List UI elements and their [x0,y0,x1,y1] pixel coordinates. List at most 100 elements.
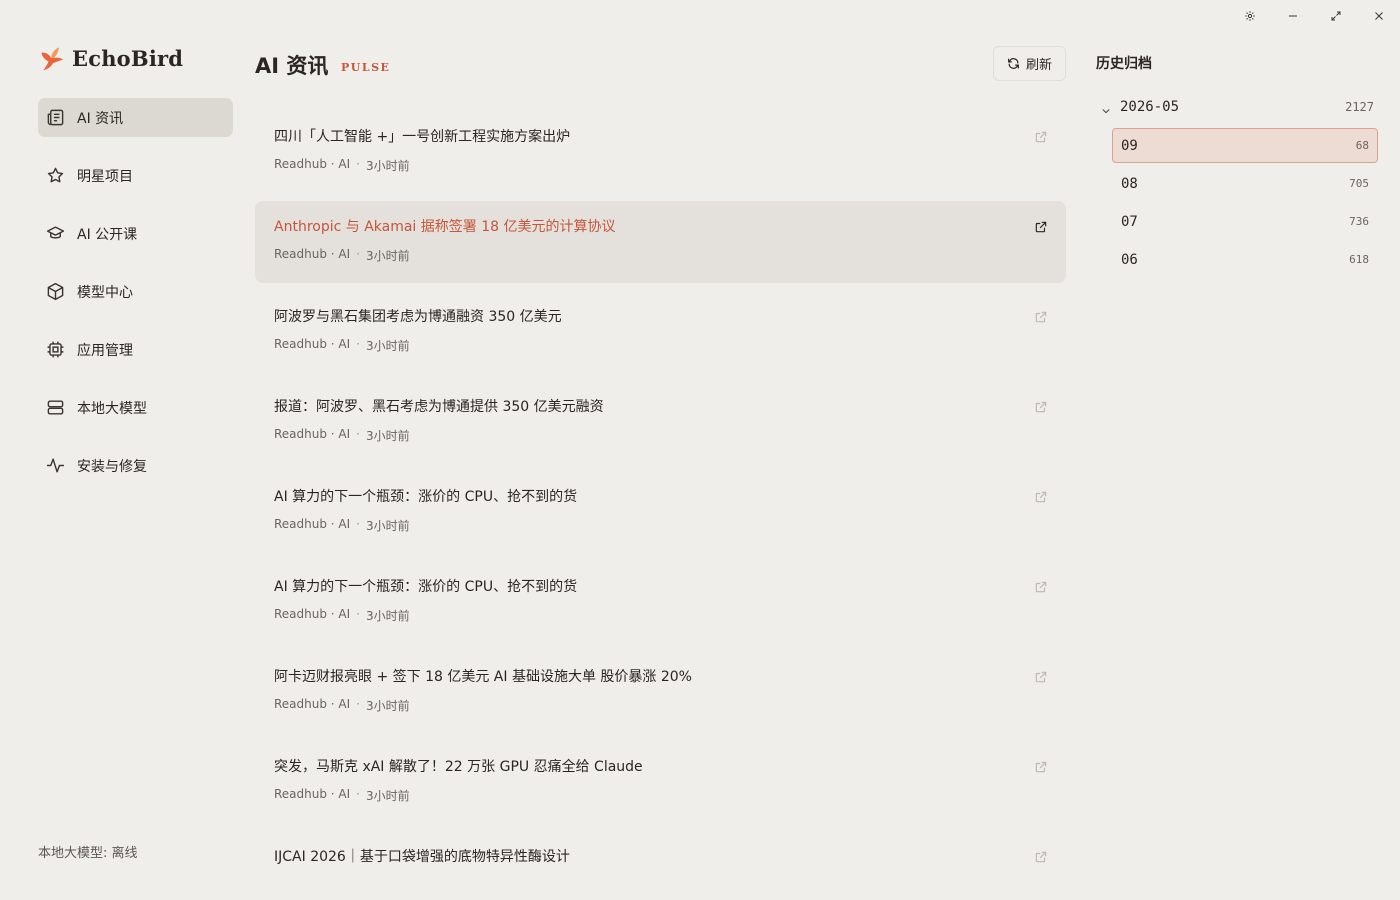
archive-month-count: 2127 [1345,100,1374,114]
news-title[interactable]: 阿卡迈财报亮眼 + 签下 18 亿美元 AI 基础设施大单 股价暴涨 20% [274,666,1047,688]
meta-separator: · [356,517,360,531]
archive-day-label: 06 [1121,251,1138,268]
newspaper-icon [45,108,65,128]
meta-separator: · [356,427,360,441]
archive-day-label: 09 [1121,137,1138,154]
archive-month-label: 2026-05 [1120,99,1180,115]
news-item[interactable]: IJCAI 2026｜基于口袋增强的底物特异性酶设计 [255,831,1066,900]
news-title[interactable]: AI 算力的下一个瓶颈：涨价的 CPU、抢不到的货 [274,576,1047,598]
external-link-icon[interactable] [1034,759,1048,773]
minimize-button[interactable] [1271,4,1314,28]
server-icon [45,398,65,418]
news-meta: Readhub · AI · 3小时前 [274,607,1047,624]
sidebar-item-label: AI 公开课 [77,226,138,243]
news-source: Readhub · AI [274,787,351,801]
archive-day-label: 07 [1121,213,1138,230]
window-controls [1228,4,1400,28]
news-source: Readhub · AI [274,517,351,531]
news-title[interactable]: IJCAI 2026｜基于口袋增强的底物特异性酶设计 [274,846,1047,868]
archive-day-item[interactable]: 07 736 [1112,204,1378,239]
news-meta: Readhub · AI · 3小时前 [274,697,1047,714]
sidebar-item-label: 本地大模型 [77,400,147,417]
news-item[interactable]: 四川「人工智能 +」一号创新工程实施方案出炉 Readhub · AI · 3小时前 [255,111,1066,193]
news-time: 3小时前 [366,339,410,353]
graduation-cap-icon [45,224,65,244]
cube-icon [45,282,65,302]
news-source: Readhub · AI [274,157,351,171]
archive-day-item[interactable]: 06 618 [1112,242,1378,277]
close-icon [1374,12,1383,20]
news-meta: Readhub · AI · 3小时前 [274,517,1047,534]
news-meta: Readhub · AI · 3小时前 [274,247,1047,264]
maximize-button[interactable] [1314,4,1357,28]
news-item[interactable]: 阿波罗与黑石集团考虑为博通融资 350 亿美元 Readhub · AI · 3小时… [255,291,1066,373]
news-source: Readhub · AI [274,247,351,261]
meta-separator: · [356,607,360,621]
refresh-label: 刷新 [1025,58,1052,73]
news-meta: Readhub · AI · 3小时前 [274,427,1047,444]
external-link-icon[interactable] [1034,129,1048,143]
minimize-icon [1288,15,1297,17]
archive-day-count: 618 [1349,253,1369,266]
external-link-icon[interactable] [1034,489,1048,503]
star-icon [45,166,65,186]
news-title[interactable]: 突发，马斯克 xAI 解散了！22 万张 GPU 忍痛全给 Claude [274,756,1047,778]
sidebar-item-model-center[interactable]: 模型中心 [38,272,233,311]
news-item[interactable]: 阿卡迈财报亮眼 + 签下 18 亿美元 AI 基础设施大单 股价暴涨 20% R… [255,651,1066,733]
close-button[interactable] [1357,4,1400,28]
sidebar-item-label: 明星项目 [77,168,133,185]
external-link-icon[interactable] [1034,669,1048,683]
expand-icon [1331,11,1340,21]
news-item[interactable]: AI 算力的下一个瓶颈：涨价的 CPU、抢不到的货 Readhub · AI · 3… [255,471,1066,553]
page-title: AI 资讯 [255,54,329,78]
meta-separator: · [356,787,360,801]
sidebar-nav: AI 资讯 明星项目 AI 公开课 模型中心 应用管理 本地大模型 安装与修复 [38,98,233,504]
bird-logo-icon [41,47,64,71]
archive-day-count: 68 [1355,139,1369,152]
news-item[interactable]: Anthropic 与 Akamai 据称签署 18 亿美元的计算协议 Read… [255,201,1066,283]
chip-icon [45,340,65,360]
news-title[interactable]: 阿波罗与黑石集团考虑为博通融资 350 亿美元 [274,306,1047,328]
news-title[interactable]: AI 算力的下一个瓶颈：涨价的 CPU、抢不到的货 [274,486,1047,508]
news-item[interactable]: 报道：阿波罗、黑石考虑为博通提供 350 亿美元融资 Readhub · AI ·… [255,381,1066,463]
chevron-down-icon[interactable] [1101,101,1113,114]
sidebar-item-label: 模型中心 [77,284,133,301]
meta-separator: · [356,247,360,261]
news-title[interactable]: 四川「人工智能 +」一号创新工程实施方案出炉 [274,126,1047,148]
news-source: Readhub · AI [274,337,351,351]
news-time: 3小时前 [366,249,410,263]
news-source: Readhub · AI [274,697,351,711]
news-title[interactable]: Anthropic 与 Akamai 据称签署 18 亿美元的计算协议 [274,216,1047,238]
sidebar-item-ai-courses[interactable]: AI 公开课 [38,214,233,253]
refresh-button[interactable]: 刷新 [993,46,1066,81]
sidebar-item-star-projects[interactable]: 明星项目 [38,156,233,195]
external-link-icon[interactable] [1034,579,1048,593]
sidebar-item-label: 安装与修复 [77,458,147,475]
news-title[interactable]: 报道：阿波罗、黑石考虑为博通提供 350 亿美元融资 [274,396,1047,418]
news-item[interactable]: AI 算力的下一个瓶颈：涨价的 CPU、抢不到的货 Readhub · AI · 3… [255,561,1066,643]
settings-button[interactable] [1228,4,1271,28]
sidebar-item-app-management[interactable]: 应用管理 [38,330,233,369]
page-subtitle: PULSE [341,61,391,74]
sidebar-item-local-llm[interactable]: 本地大模型 [38,388,233,427]
archive-day-item[interactable]: 09 68 [1112,128,1378,163]
archive-month-group[interactable]: 2026-05 2127 [1096,95,1378,119]
sidebar-item-label: AI 资讯 [77,110,124,127]
gear-icon [1244,11,1255,21]
archive-day-list: 09 68 08 705 07 736 06 618 [1112,128,1378,277]
news-source: Readhub · AI [274,427,351,441]
external-link-icon[interactable] [1034,399,1048,413]
news-time: 3小时前 [366,699,410,713]
sidebar-item-ai-news[interactable]: AI 资讯 [38,98,233,137]
meta-separator: · [356,157,360,171]
news-list: 四川「人工智能 +」一号创新工程实施方案出炉 Readhub · AI · 3小时前… [255,111,1066,900]
sidebar-item-label: 应用管理 [77,342,133,359]
external-link-icon[interactable] [1034,219,1048,233]
news-item[interactable]: 突发，马斯克 xAI 解散了！22 万张 GPU 忍痛全给 Claude Rea… [255,741,1066,823]
main-content: AI 资讯 PULSE 刷新 四川「人工智能 +」一号创新工程实施方案出炉 Re… [255,0,1066,900]
news-time: 3小时前 [366,789,410,803]
archive-day-item[interactable]: 08 705 [1112,166,1378,201]
external-link-icon[interactable] [1034,309,1048,323]
sidebar-item-install-repair[interactable]: 安装与修复 [38,446,233,485]
external-link-icon[interactable] [1034,849,1048,863]
